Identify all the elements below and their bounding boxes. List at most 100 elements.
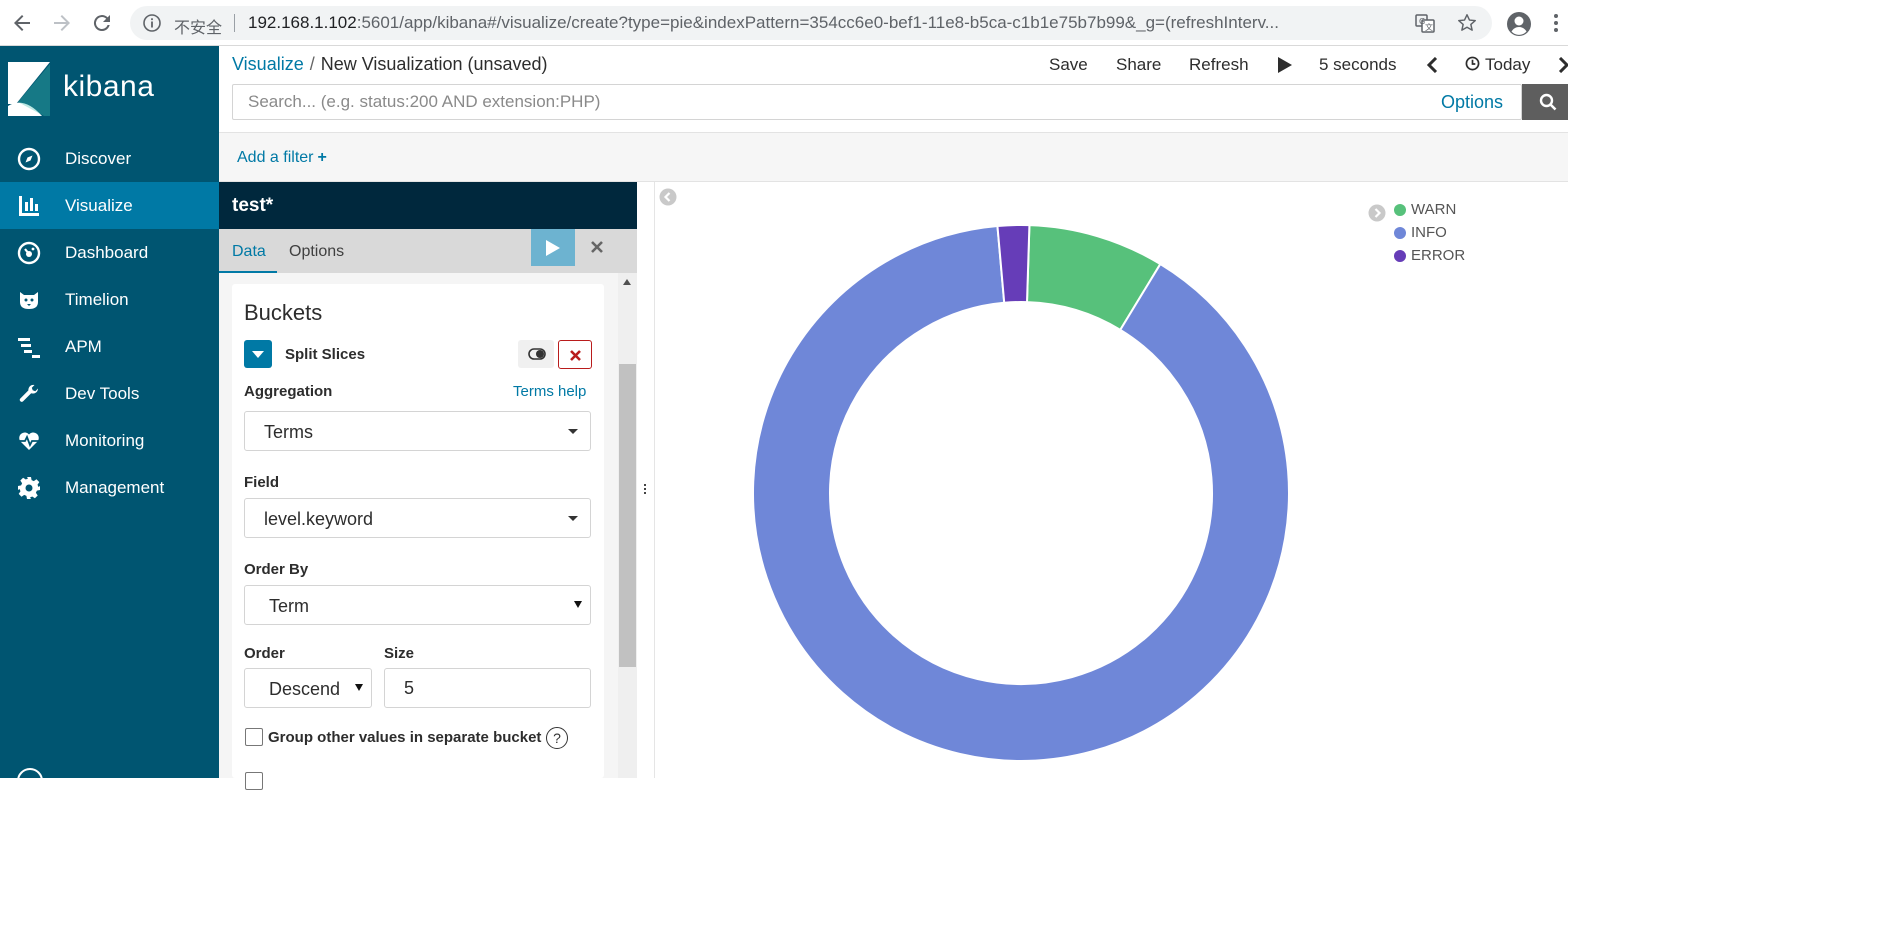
close-icon [570, 350, 581, 361]
vis-editor-sidebar: test* Data Options Buckets Split Slices … [219, 182, 637, 790]
save-button[interactable]: Save [1049, 55, 1088, 75]
nav-item-monitoring[interactable]: Monitoring [0, 417, 219, 464]
account-icon[interactable] [1506, 11, 1532, 37]
page-title: New Visualization (unsaved) [320, 54, 548, 74]
agg-remove-button[interactable] [558, 340, 592, 369]
browser-menu-icon[interactable] [1552, 11, 1560, 35]
field-label: Field [244, 474, 280, 491]
search-input[interactable] [233, 85, 1413, 119]
add-filter-button[interactable]: Add a filter + [237, 149, 327, 167]
address-bar[interactable]: 不安全 192.168.1.102:5601/app/kibana#/visua… [130, 6, 1492, 40]
time-label: Today [1485, 55, 1531, 74]
pie-slice-warn[interactable] [1025, 224, 1162, 332]
size-label: Size [384, 645, 415, 662]
legend-swatch [1394, 204, 1406, 216]
buckets-panel: Buckets Split Slices Aggregation Terms h… [232, 284, 604, 790]
forward-arrow-icon[interactable] [50, 11, 74, 35]
editor-scrollbar[interactable] [618, 273, 637, 778]
drag-handle-icon [644, 484, 647, 496]
nav-item-management[interactable]: Management [0, 464, 219, 511]
refresh-button[interactable]: Refresh [1189, 55, 1249, 75]
nav-item-visualize[interactable]: Visualize [0, 182, 219, 229]
play-icon[interactable] [1278, 57, 1292, 73]
kibana-logo-text[interactable]: kibana [63, 70, 154, 104]
scrollbar-thumb[interactable] [619, 364, 636, 667]
search-submit-button[interactable] [1522, 84, 1568, 120]
orderby-value: Term [269, 596, 309, 616]
active-tab-indicator [219, 271, 277, 273]
nav-item-apm[interactable]: APM [0, 323, 219, 370]
aggregation-label: Aggregation [244, 383, 333, 400]
url-path: :5601/app/kibana#/visualize/create?type=… [356, 13, 1279, 32]
refresh-interval[interactable]: 5 seconds [1319, 55, 1397, 75]
bar-chart-icon [17, 194, 41, 218]
orderby-label: Order By [244, 561, 309, 578]
collapse-nav-icon[interactable] [17, 768, 43, 794]
legend-label: INFO [1411, 224, 1447, 241]
heartbeat-icon [17, 429, 41, 453]
agg-collapse-button[interactable] [244, 340, 272, 368]
buckets-heading: Buckets [244, 300, 323, 325]
pie-slice-info[interactable] [752, 224, 1290, 762]
order-select[interactable]: Descending [244, 668, 372, 708]
search-options-link[interactable]: Options [1441, 92, 1503, 113]
panel-resizer[interactable] [637, 182, 654, 778]
help-icon[interactable]: ? [546, 727, 568, 749]
gear-icon [17, 476, 41, 500]
nav-item-timelion[interactable]: Timelion [0, 276, 219, 323]
order-label: Order [244, 645, 285, 662]
discard-changes-button[interactable] [575, 229, 619, 266]
nav-item-dev-tools[interactable]: Dev Tools [0, 370, 219, 417]
reload-icon[interactable] [90, 11, 114, 35]
nav-item-dashboard[interactable]: Dashboard [0, 229, 219, 276]
pie-slice-error[interactable] [996, 224, 1031, 304]
url-text[interactable]: 192.168.1.102:5601/app/kibana#/visualize… [248, 13, 1408, 33]
bookmark-star-icon[interactable] [1456, 12, 1478, 34]
chevron-left-icon[interactable] [1426, 57, 1438, 73]
breadcrumb-visualize-link[interactable]: Visualize [232, 54, 304, 74]
nav-item-discover[interactable]: Discover [0, 135, 219, 182]
tab-options[interactable]: Options [289, 243, 344, 261]
kibana-logo-icon[interactable] [8, 62, 50, 116]
visualization-area: WARN INFO ERROR [654, 182, 1568, 778]
size-input[interactable] [384, 668, 591, 708]
orderby-select[interactable]: Term [244, 585, 591, 625]
donut-chart [752, 224, 1290, 762]
dropdown-caret-icon [568, 516, 578, 521]
url-host: 192.168.1.102 [248, 13, 357, 32]
query-bar: Options [232, 84, 1522, 120]
dropdown-caret-icon [568, 429, 578, 434]
back-arrow-icon[interactable] [10, 11, 34, 35]
share-button[interactable]: Share [1116, 55, 1161, 75]
legend-swatch [1394, 227, 1406, 239]
collapse-chevron-left-icon[interactable] [659, 188, 677, 206]
dropdown-caret-icon [574, 601, 582, 608]
nav-item-label: Dev Tools [65, 384, 140, 403]
scroll-up-icon [623, 279, 631, 285]
aggregation-select[interactable]: Terms [244, 411, 591, 451]
editor-tabs: Data Options [219, 229, 637, 273]
nav-item-label: Timelion [65, 290, 129, 309]
svg-text:文: 文 [1425, 22, 1433, 32]
legend-toggle-icon[interactable] [1368, 204, 1386, 222]
group-other-checkbox[interactable] [245, 728, 263, 746]
close-icon [591, 241, 603, 253]
chevron-right-icon[interactable] [1558, 57, 1568, 73]
apply-changes-button[interactable] [531, 229, 575, 266]
time-picker[interactable]: Today [1465, 55, 1530, 75]
nav-item-label: APM [65, 337, 102, 356]
agg-enable-toggle[interactable] [518, 340, 554, 368]
aggregation-value: Terms [264, 422, 313, 442]
nav-item-label: Monitoring [65, 431, 145, 450]
tab-data[interactable]: Data [232, 243, 266, 261]
legend-label: ERROR [1411, 247, 1466, 264]
translate-icon[interactable]: G文 [1414, 12, 1436, 34]
timelion-icon [17, 288, 41, 312]
info-icon[interactable] [142, 13, 162, 33]
breadcrumb: Visualize / New Visualization (unsaved) [232, 54, 548, 75]
missing-bucket-checkbox[interactable] [245, 772, 263, 790]
terms-help-link[interactable]: Terms help [513, 383, 586, 400]
field-value: level.keyword [264, 509, 374, 529]
field-select[interactable]: level.keyword [244, 498, 591, 538]
omnibox-separator [234, 14, 235, 32]
